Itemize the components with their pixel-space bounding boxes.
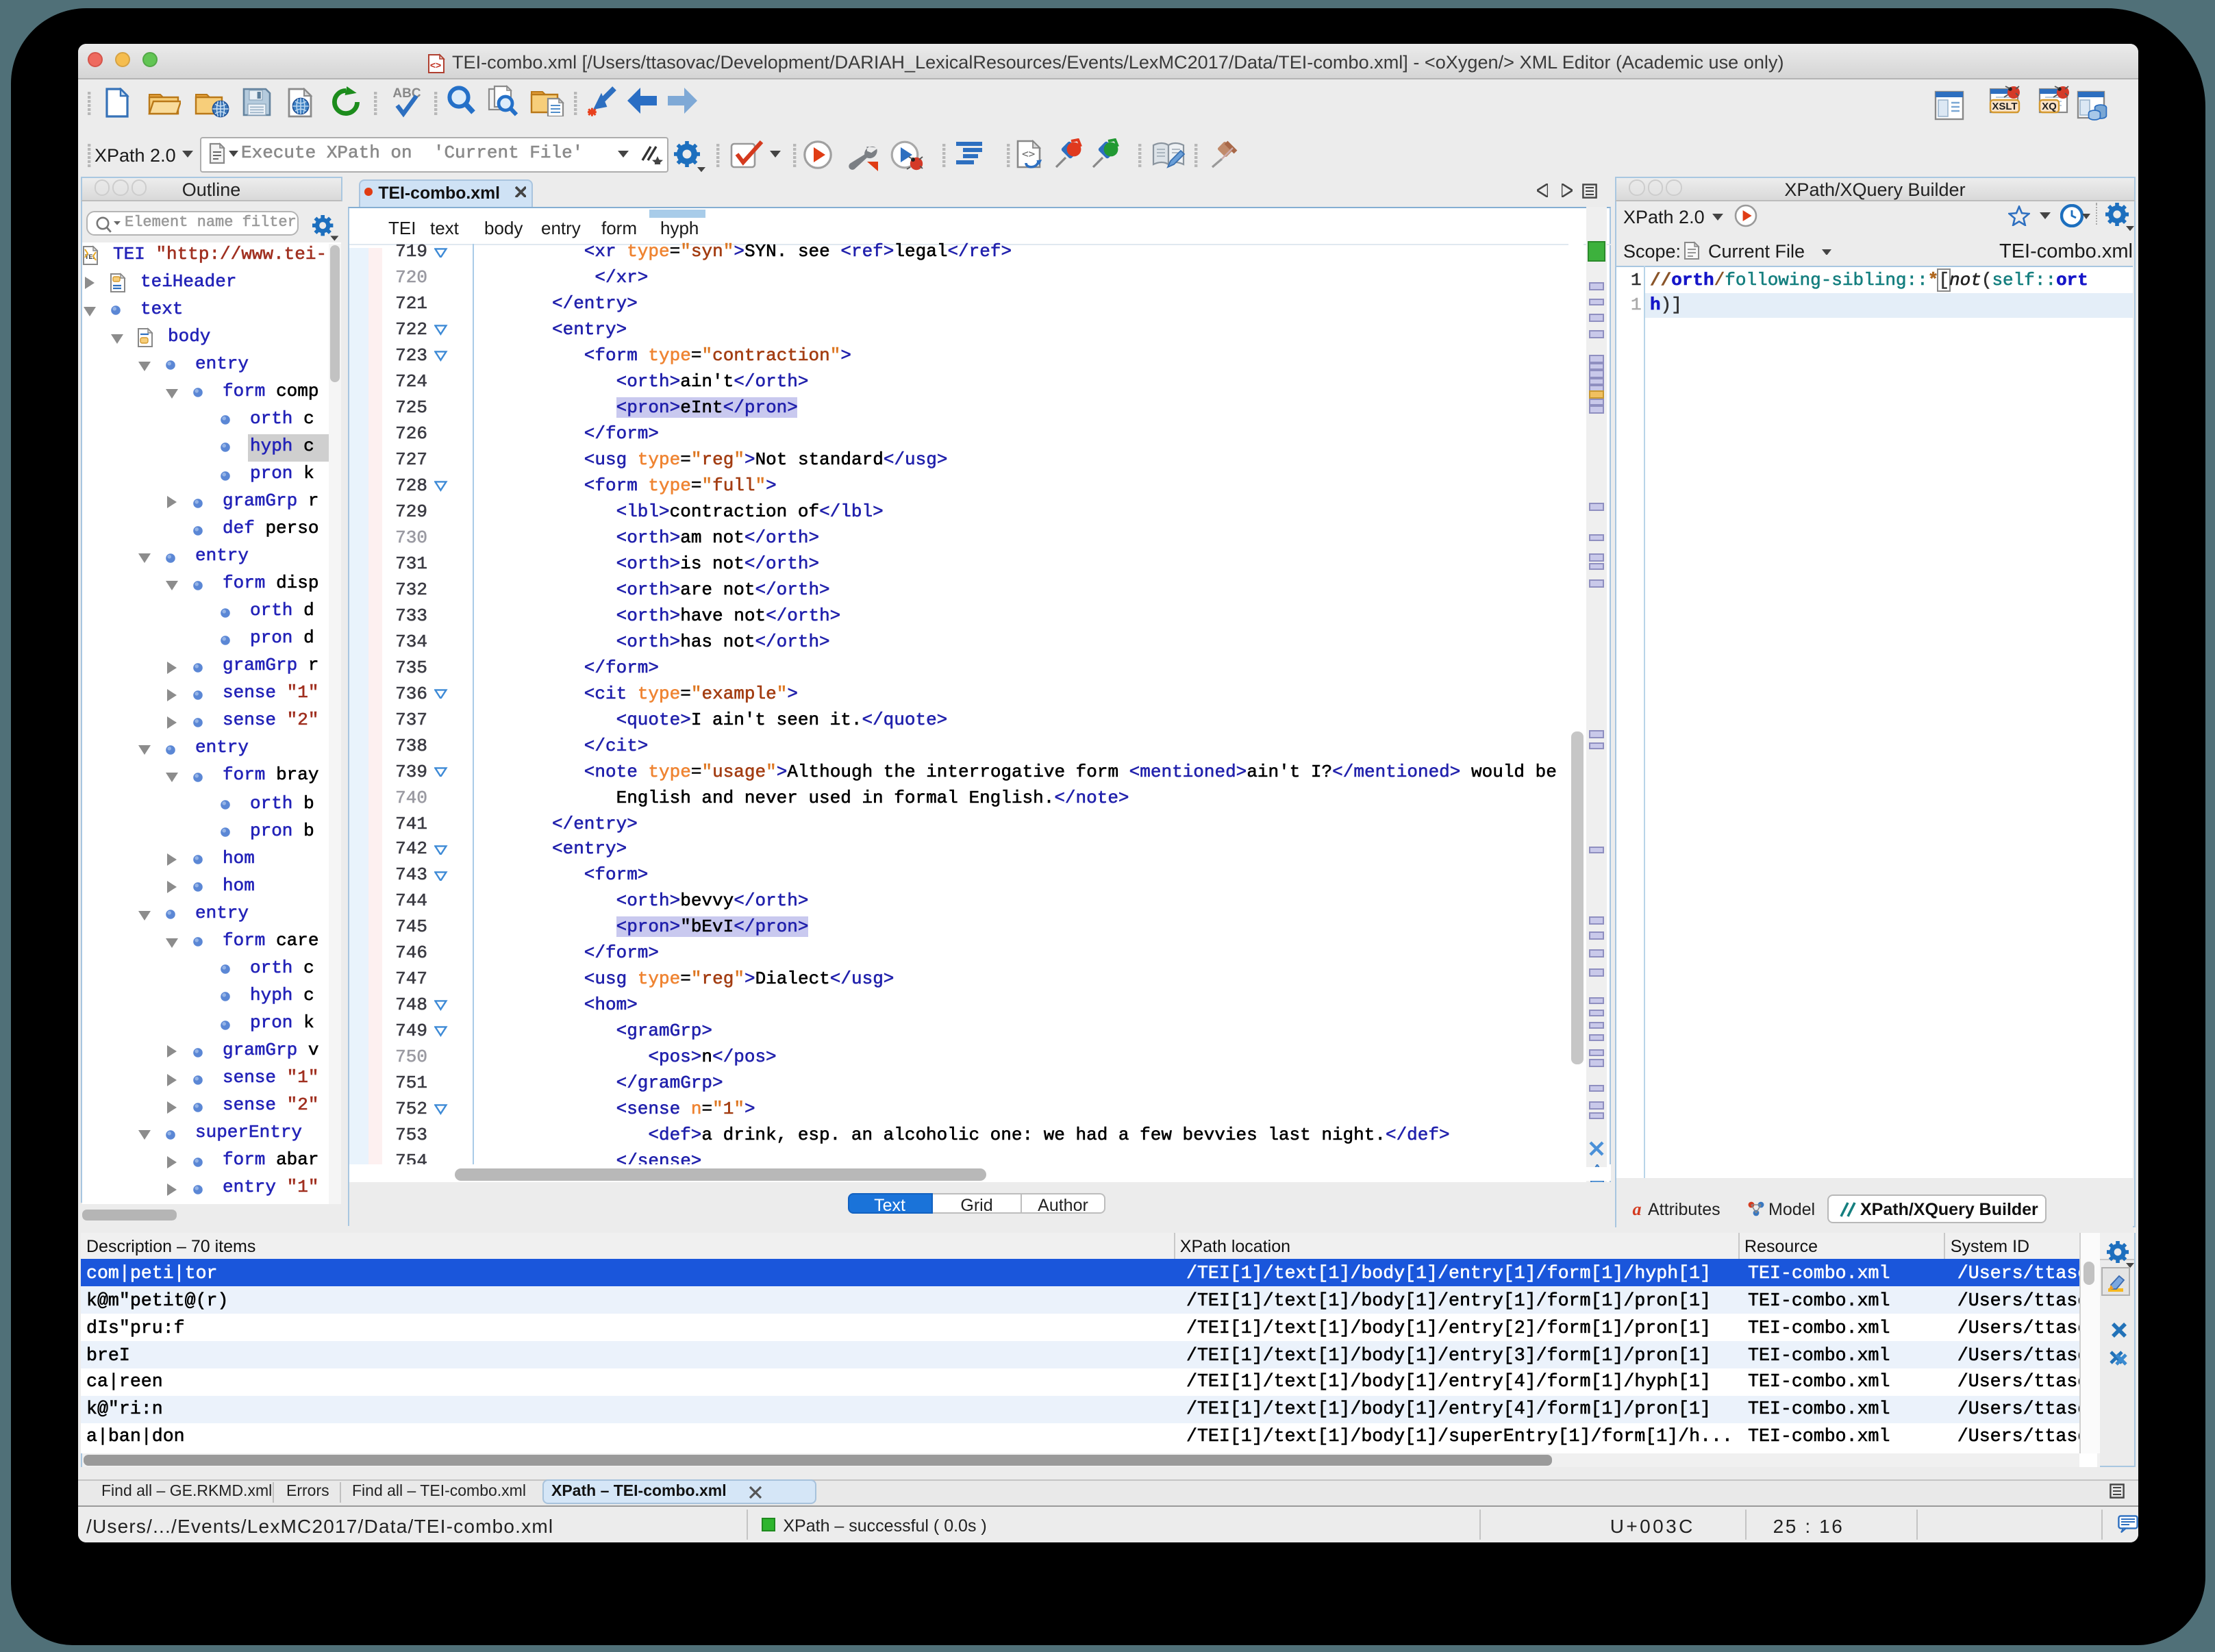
- svg-text:<>: <>: [1022, 147, 1035, 160]
- svg-text:XQ: XQ: [2042, 101, 2057, 112]
- svg-text:<>: <>: [429, 59, 440, 70]
- svg-text:XSLT: XSLT: [1992, 101, 2017, 112]
- svg-text:a: a: [1633, 1200, 1642, 1218]
